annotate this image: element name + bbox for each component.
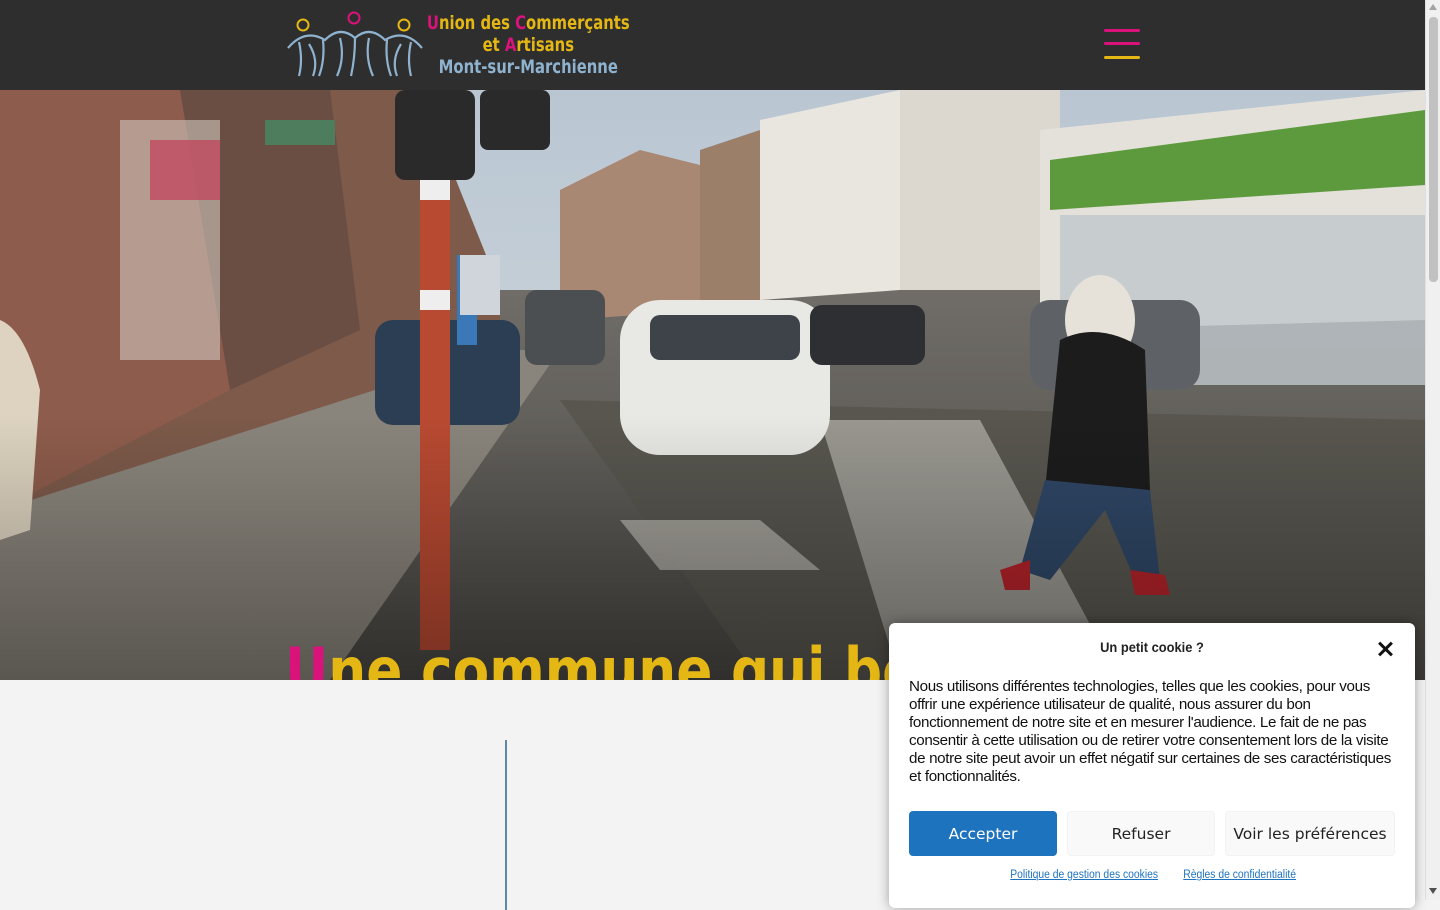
scroll-up-arrow-icon[interactable] [1429, 4, 1437, 10]
logo-line-1: Union des Commerçants [426, 12, 630, 34]
hero-street-photo [0, 90, 1425, 680]
logo-people-icon [287, 11, 423, 77]
privacy-policy-link[interactable]: Règles de confidentialité [1183, 869, 1296, 881]
refuse-button[interactable]: Refuser [1067, 811, 1215, 856]
content-divider [505, 740, 507, 910]
cookie-links: Politique de gestion des cookies Règles … [889, 869, 1415, 881]
close-icon[interactable] [1375, 639, 1395, 659]
logo-text: Union des Commerçants et Artisans Mont-s… [423, 12, 634, 78]
burger-line [1104, 29, 1140, 32]
site-header: Union des Commerçants et Artisans Mont-s… [0, 0, 1425, 90]
cookie-title: Un petit cookie ? [1100, 639, 1204, 655]
page-scrollbar[interactable] [1425, 0, 1440, 900]
site-logo[interactable]: Union des Commerçants et Artisans Mont-s… [285, 10, 635, 82]
hero-slider: Une commune qui bouge [0, 90, 1425, 680]
logo-line-3: Mont-sur-Marchienne [438, 56, 618, 78]
accept-button[interactable]: Accepter [909, 811, 1057, 856]
burger-line [1104, 42, 1140, 45]
scroll-down-arrow-icon[interactable] [1429, 888, 1437, 894]
burger-line [1104, 56, 1140, 59]
cookie-message: Nous utilisons différentes technologies,… [909, 678, 1391, 785]
cookie-consent-dialog: Un petit cookie ? Nous utilisons différe… [889, 623, 1415, 908]
hamburger-menu-icon[interactable] [1104, 29, 1140, 61]
scroll-thumb[interactable] [1429, 17, 1438, 282]
preferences-button[interactable]: Voir les préférences [1225, 811, 1395, 856]
cookie-policy-link[interactable]: Politique de gestion des cookies [1010, 869, 1158, 881]
logo-line-2: et Artisans [482, 34, 575, 56]
